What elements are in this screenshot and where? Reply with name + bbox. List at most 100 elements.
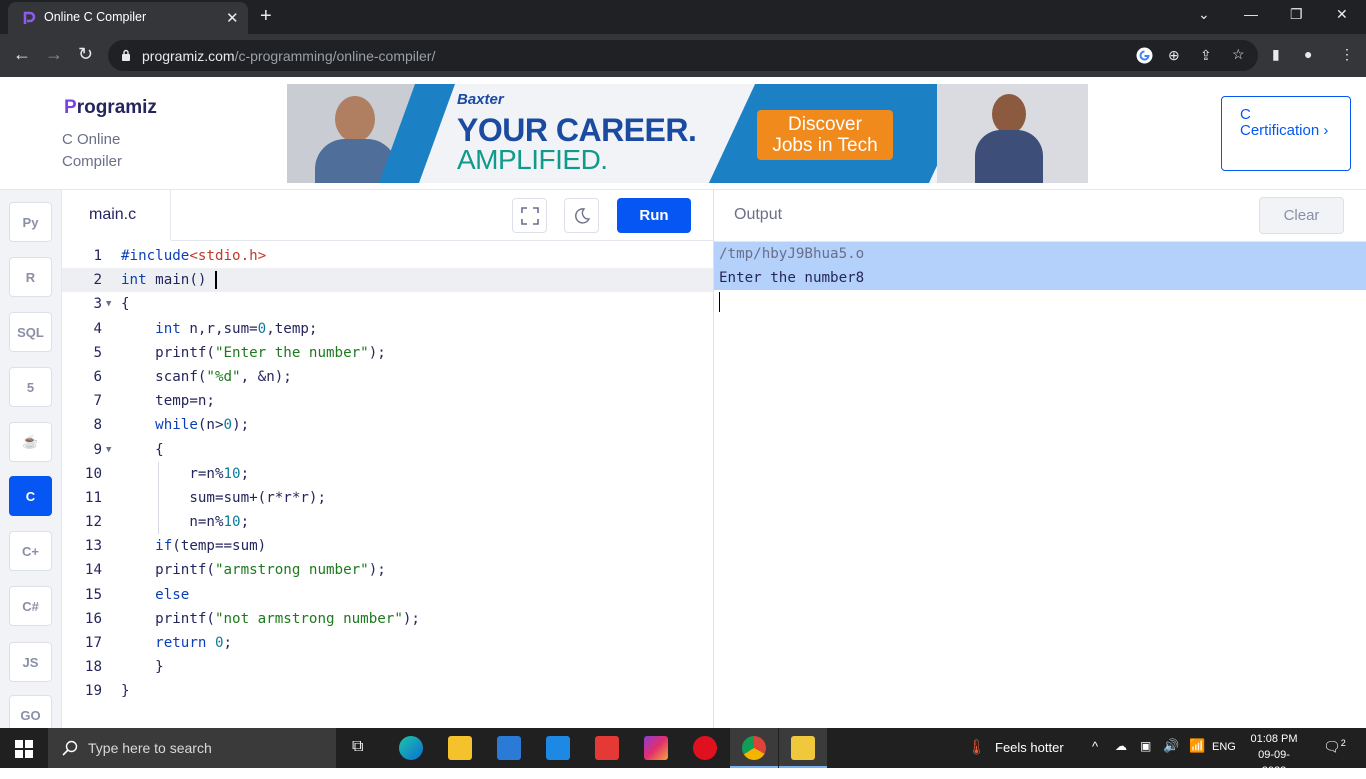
rail-item-c[interactable]: C [9, 476, 52, 516]
tab-search-chevron-icon[interactable]: ⌄ [1198, 6, 1210, 23]
share-icon[interactable]: ⇪ [1200, 47, 1212, 64]
rail-item-python[interactable]: Py [9, 202, 52, 242]
reload-icon[interactable]: ↻ [78, 44, 93, 65]
address-bar[interactable]: programiz.com/c-programming/online-compi… [108, 40, 1258, 71]
file-explorer-icon[interactable] [448, 736, 472, 760]
code-line: 16 printf("not armstrong number"); [62, 607, 713, 631]
ad-headline-2: AMPLIFIED. [457, 144, 608, 175]
language-indicator[interactable]: ENG [1212, 741, 1236, 753]
profile-icon[interactable]: ● [1304, 46, 1312, 62]
code-line: 19} [62, 679, 713, 703]
thermometer-icon[interactable]: 🌡 [967, 738, 986, 756]
line-number: 1 [93, 248, 102, 264]
network-alert-icon[interactable]: ☁ [1115, 739, 1127, 753]
moon-icon [575, 208, 591, 224]
logo-text: rogramiz [76, 97, 157, 118]
tab-title: Online C Compiler [44, 10, 147, 24]
ad-cta[interactable]: Discover Jobs in Tech [757, 110, 893, 160]
rail-item-sql[interactable]: SQL [9, 312, 52, 352]
rail-item-cpp[interactable]: C+ [9, 531, 52, 571]
go-icon: GO [20, 707, 41, 723]
store-icon[interactable] [497, 736, 521, 760]
line-number: 10 [84, 465, 102, 482]
code-line: 5 printf("Enter the number"); [62, 341, 713, 365]
app-taskbar-button[interactable] [779, 728, 827, 768]
window-close-icon[interactable]: ✕ [1336, 6, 1348, 23]
code-line: 2 int main() [62, 268, 713, 293]
lock-icon[interactable] [121, 49, 131, 62]
code-text: return 0; [155, 635, 233, 651]
rail-item-r[interactable]: R [9, 257, 52, 297]
zoom-icon[interactable]: ⊕ [1168, 47, 1180, 64]
chrome-taskbar-button[interactable] [730, 728, 778, 768]
code-text: } [121, 683, 130, 700]
bookmark-star-icon[interactable]: ☆ [1232, 46, 1245, 63]
file-name: main.c [89, 206, 137, 223]
fold-arrow-icon[interactable]: ▼ [106, 438, 111, 462]
line-number: 2 [93, 272, 102, 289]
run-button[interactable]: Run [617, 198, 691, 233]
edge-icon[interactable] [399, 736, 423, 760]
file-tab[interactable]: main.c [62, 190, 171, 241]
rail-item-java[interactable]: ☕ [9, 422, 52, 462]
fold-arrow-icon[interactable]: ▼ [106, 292, 111, 316]
js-icon: JS [22, 654, 39, 670]
back-arrow-icon[interactable]: ← [13, 44, 31, 65]
wps-icon[interactable] [595, 736, 619, 760]
language-rail: Py R SQL 5 ☕ C C+ C# JS GO [0, 190, 62, 735]
close-tab-icon[interactable]: ✕ [226, 9, 239, 27]
rail-item-csharp[interactable]: C# [9, 586, 52, 626]
chevron-up-icon[interactable]: ^ [1092, 739, 1098, 754]
taskbar: Type here to search ⧉ 🌡 Feels hotter ^ ☁… [0, 728, 1366, 777]
code-text: temp=n; [121, 393, 215, 410]
forward-arrow-icon[interactable]: → [45, 44, 63, 65]
code-text: sum=sum+(r*r*r); [121, 489, 326, 506]
instagram-icon[interactable] [644, 736, 668, 760]
fullscreen-button[interactable] [512, 198, 547, 233]
taskbar-search[interactable]: Type here to search [48, 728, 336, 768]
restore-icon[interactable]: ❐ [1290, 6, 1303, 23]
rail-item-js[interactable]: JS [9, 642, 52, 682]
rail-item-html[interactable]: 5 [9, 367, 52, 407]
code-editor[interactable]: 1 #include<stdio.h> 2 int main() 3 ▼{4 int n,… [62, 244, 713, 704]
code-line: 6 scanf("%d", &n); [62, 365, 713, 389]
opera-icon[interactable] [693, 736, 717, 760]
clock[interactable]: 01:08 PM 09-09-2023 [1246, 731, 1302, 779]
clear-button[interactable]: Clear [1259, 197, 1344, 234]
wifi-icon[interactable]: 📶 [1189, 738, 1205, 754]
code-text: { [121, 441, 164, 458]
windows-start-icon[interactable] [15, 740, 33, 758]
browser-tab[interactable]: Online C Compiler ✕ [8, 2, 248, 34]
search-icon [62, 740, 78, 756]
volume-icon[interactable]: 🔊 [1163, 738, 1179, 754]
code-text: printf("armstrong number"); [121, 562, 386, 579]
menu-kebab-icon[interactable]: ⋮ [1340, 46, 1354, 63]
c-certification-button[interactable]: C Certification › [1221, 96, 1351, 171]
code-text: scanf("%d", &n); [121, 368, 292, 385]
device-icon[interactable]: ▣ [1140, 739, 1151, 753]
fullscreen-icon [521, 207, 539, 225]
browser-toolbar: ← → ↻ programiz.com/c-programming/online… [0, 34, 1366, 77]
new-tab-icon[interactable]: + [260, 5, 272, 28]
text-caret [215, 271, 217, 290]
dark-mode-button[interactable] [564, 198, 599, 233]
side-panel-icon[interactable]: ▮ [1272, 46, 1280, 63]
editor-pane: main.c Run 1 #include<stdio.h> 2 int main()… [62, 190, 713, 728]
task-view-icon[interactable]: ⧉ [352, 738, 363, 756]
programiz-logo[interactable]: Programiz [64, 97, 157, 119]
java-icon: ☕ [22, 434, 39, 449]
minimize-icon[interactable]: — [1244, 6, 1258, 22]
code-text: else [155, 586, 190, 603]
code-text: } [121, 659, 164, 676]
ad-cta-line-1: Discover [788, 114, 862, 135]
mail-icon[interactable] [546, 736, 570, 760]
output-line: Enter the number8 [714, 266, 1366, 290]
notification-icon[interactable]: 🗨2 [1323, 738, 1346, 756]
ad-banner[interactable]: Baxter YOUR CAREER. AMPLIFIED. Discover … [287, 84, 1088, 183]
ad-brand: Baxter [457, 91, 504, 108]
output-console[interactable]: /tmp/hbyJ9Bhua5.o Enter the number8 [714, 242, 1366, 312]
google-icon[interactable] [1136, 47, 1153, 64]
ad-cta-line-2: Jobs in Tech [772, 135, 878, 156]
cpp-icon: C+ [22, 543, 39, 559]
weather-text[interactable]: Feels hotter [995, 740, 1064, 755]
